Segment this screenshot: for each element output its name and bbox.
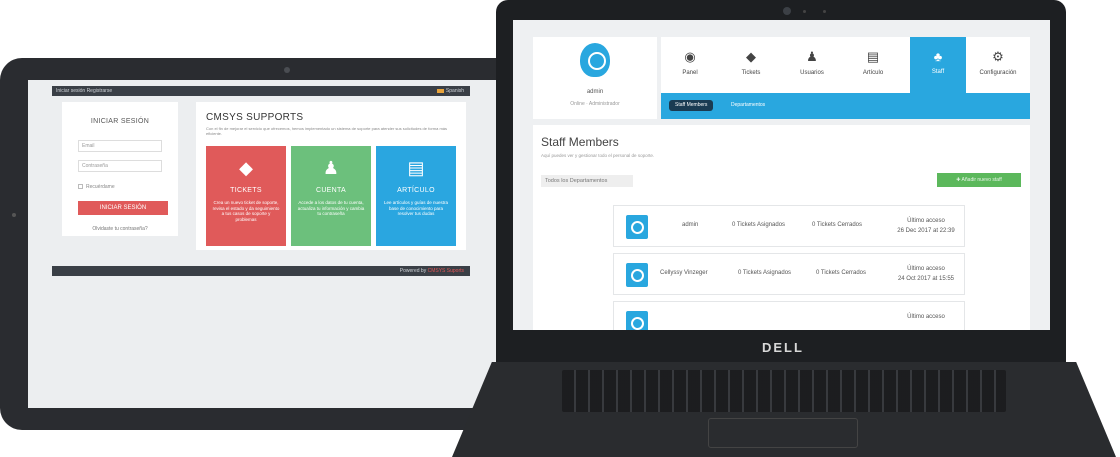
nav-label: Usuarios xyxy=(800,70,824,76)
tile-title: ARTÍCULO xyxy=(397,187,435,194)
tablet-topbar: Iniciar sesión Registrarse Spanish xyxy=(52,86,470,96)
closed-count: 0 Tickets Cerrados xyxy=(812,222,863,228)
nav-label: Configuración xyxy=(979,70,1017,76)
keyboard xyxy=(562,370,1006,412)
tile-article[interactable]: ▤ ARTÍCULO Lee artículos y guías de nues… xyxy=(376,146,456,246)
gear-icon: ⚙ xyxy=(992,49,1004,64)
profile-name: admin xyxy=(586,89,604,95)
footer-brand-link[interactable]: CMSYS Suports xyxy=(428,268,464,274)
tile-title: TICKETS xyxy=(230,187,262,194)
avatar xyxy=(626,311,648,330)
user-icon: ♟ xyxy=(322,158,340,178)
last-login: Último acceso 24 Oct 2017 at 15:55 xyxy=(886,264,966,284)
laptop-sensor xyxy=(823,10,826,13)
dashboard-icon: ◉ xyxy=(684,49,696,64)
tablet-camera xyxy=(284,67,290,73)
nav-label: Staff xyxy=(931,69,945,75)
book-icon: ▤ xyxy=(407,158,425,178)
remember-checkbox[interactable]: Recuérdame xyxy=(78,184,115,190)
tile-text: Crea un nuevo ticket de soporte, revisa … xyxy=(212,200,280,222)
forgot-password-link[interactable]: Olvidaste tu contraseña? xyxy=(62,226,178,232)
trackpad xyxy=(708,418,858,448)
main-nav: ◉ Panel ◆ Tickets ♟ Usuarios ▤ Artículo … xyxy=(661,37,1030,119)
nav-item-panel[interactable]: ◉ Panel xyxy=(666,37,714,93)
tab-staff-members[interactable]: Staff Members xyxy=(669,100,714,111)
staff-panel: Staff Members Aquí puedes ver y gestiona… xyxy=(533,125,1030,330)
avatar xyxy=(626,263,648,287)
staff-name: admin xyxy=(682,222,699,228)
laptop-brand-logo: DELL xyxy=(762,340,804,355)
tab-departments[interactable]: Departamentos xyxy=(725,100,771,111)
tile-tickets[interactable]: ◆ TICKETS Crea un nuevo ticket de soport… xyxy=(206,146,286,246)
laptop-sensor xyxy=(803,10,806,13)
nav-label: Panel xyxy=(682,70,698,76)
language-selector[interactable]: Spanish xyxy=(436,86,464,96)
login-card: INICIAR SESIÓN Email Contraseña Recuérda… xyxy=(62,102,178,236)
flag-icon xyxy=(436,88,444,93)
laptop-base xyxy=(452,362,1116,457)
staff-icon: ♣ xyxy=(933,49,943,64)
article-icon: ▤ xyxy=(866,49,880,64)
add-staff-button[interactable]: ✚ Añadir nuevo staff xyxy=(937,173,1021,187)
nav-item-article[interactable]: ▤ Artículo xyxy=(849,37,897,93)
last-login-label: Último acceso xyxy=(907,218,945,224)
login-button[interactable]: INICIAR SESIÓN xyxy=(78,201,168,215)
last-login-date: 26 Dec 2017 at 22:39 xyxy=(897,228,955,234)
closed-count: 0 Tickets Cerrados xyxy=(816,270,867,276)
last-login: Último acceso xyxy=(886,312,966,322)
checkbox-icon xyxy=(78,184,83,190)
tablet-home-button xyxy=(12,213,16,217)
laptop-lid: DELL admin Online · Administrador ◉ Pane… xyxy=(496,0,1066,365)
login-title: INICIAR SESIÓN xyxy=(90,118,150,125)
nav-item-tickets[interactable]: ◆ Tickets xyxy=(727,37,775,93)
panel-subtitle: Aquí puedes ver y gestionar todo el pers… xyxy=(541,153,655,158)
nav-item-staff[interactable]: ♣ Staff xyxy=(910,37,966,93)
last-login-date: 24 Oct 2017 at 15:55 xyxy=(897,276,955,282)
last-login: Último acceso 26 Dec 2017 at 22:39 xyxy=(886,216,966,236)
avatar xyxy=(580,43,610,77)
nav-item-settings[interactable]: ⚙ Configuración xyxy=(969,37,1027,93)
page-title: CMSYS SUPPORTS xyxy=(206,112,304,123)
nav-label: Artículo xyxy=(862,70,884,76)
last-login-label: Último acceso xyxy=(907,314,945,320)
user-icon: ♟ xyxy=(806,49,818,64)
tile-text: Accede a los datos de tu cuenta, actuali… xyxy=(297,200,365,216)
language-label: Spanish xyxy=(445,88,464,94)
tablet-footer: Powered by CMSYS Suports xyxy=(52,266,470,276)
footer-prefix: Powered by xyxy=(399,268,428,274)
table-row[interactable]: admin 0 Tickets Asignados 0 Tickets Cerr… xyxy=(613,205,965,247)
ticket-icon: ◆ xyxy=(239,158,253,178)
nav-label: Tickets xyxy=(741,70,761,76)
department-filter[interactable]: Todos los Departamentos xyxy=(541,175,633,187)
email-field[interactable]: Email xyxy=(78,140,162,152)
support-main-card: CMSYS SUPPORTS Con el fin de mejorar el … xyxy=(196,102,466,250)
auth-links[interactable]: Iniciar sesión Registrarse xyxy=(56,88,112,94)
tile-account[interactable]: ♟ CUENTA Accede a los datos de tu cuenta… xyxy=(291,146,371,246)
add-staff-label: Añadir nuevo staff xyxy=(961,177,1002,183)
laptop-screen: admin Online · Administrador ◉ Panel ◆ T… xyxy=(513,20,1050,330)
staff-name: Cellyssy Vinzeger xyxy=(660,270,708,276)
profile-status: Online · Administrador xyxy=(570,101,620,107)
assigned-count: 0 Tickets Asignados xyxy=(738,270,792,276)
table-row[interactable]: Último acceso xyxy=(613,301,965,330)
laptop-camera xyxy=(783,7,791,15)
page-description: Con el fin de mejorar el servicio que of… xyxy=(206,126,448,136)
avatar xyxy=(626,215,648,239)
panel-title: Staff Members xyxy=(541,135,619,149)
profile-card: admin Online · Administrador xyxy=(533,37,657,119)
remember-label: Recuérdame xyxy=(86,184,115,190)
tile-text: Lee artículos y guías de nuestra base de… xyxy=(383,200,449,216)
nav-item-users[interactable]: ♟ Usuarios xyxy=(788,37,836,93)
ticket-icon: ◆ xyxy=(746,49,756,64)
assigned-count: 0 Tickets Asignados xyxy=(732,222,786,228)
table-row[interactable]: Cellyssy Vinzeger 0 Tickets Asignados 0 … xyxy=(613,253,965,295)
tile-title: CUENTA xyxy=(315,187,347,194)
last-login-label: Último acceso xyxy=(907,266,945,272)
password-field[interactable]: Contraseña xyxy=(78,160,162,172)
